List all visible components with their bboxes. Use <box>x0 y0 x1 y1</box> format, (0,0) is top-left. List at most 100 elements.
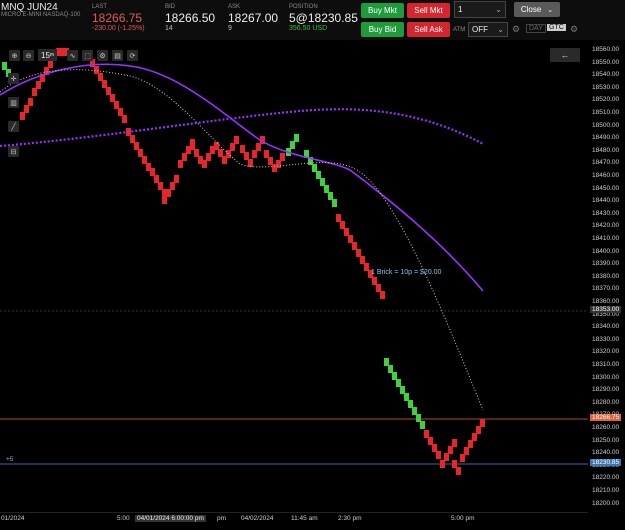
renko-brick-down <box>154 175 159 183</box>
renko-brick-down <box>118 108 123 116</box>
back-arrow-icon[interactable]: ← <box>550 48 580 62</box>
sell-ask-button[interactable]: Sell Ask <box>407 22 450 37</box>
atm-label: ATM <box>453 27 466 33</box>
gear-icon[interactable]: ⚙ <box>570 24 578 35</box>
renko-brick-up <box>400 386 405 394</box>
instrument-description: MICRO E-MINI NASDAQ-100 <box>1 12 81 18</box>
renko-brick-down <box>372 277 377 285</box>
renko-brick-down <box>240 145 245 153</box>
bid-label: BID <box>165 4 176 10</box>
renko-brick-down <box>182 153 187 161</box>
renko-brick-down <box>460 454 465 462</box>
last-change: -230.00 (-1.25%) <box>92 25 145 32</box>
renko-brick-down <box>114 101 119 109</box>
renko-brick-down <box>106 87 111 95</box>
position-label: POSITION <box>289 4 318 10</box>
renko-brick-down <box>340 221 345 229</box>
renko-brick-down <box>206 153 211 161</box>
close-button[interactable]: Close ⌄ <box>514 2 560 17</box>
indicator-icon[interactable]: ∿ <box>67 50 78 61</box>
interval-value: 15 <box>41 50 50 60</box>
renko-brick-down <box>226 150 231 158</box>
time-label: 01/2024 <box>1 515 25 522</box>
renko-brick-down <box>256 143 261 151</box>
renko-brick-up <box>392 372 397 380</box>
price-tick-label: 18250.00 <box>592 436 620 444</box>
last-label: LAST <box>92 4 108 10</box>
renko-brick-down <box>130 135 135 143</box>
renko-brick-down <box>48 60 53 68</box>
renko-brick-down <box>452 439 457 447</box>
buy-market-button[interactable]: Buy Mkt <box>361 3 404 18</box>
renko-brick-down <box>476 426 481 434</box>
renko-brick-down <box>464 447 469 455</box>
settings-icon[interactable]: ⚙ <box>97 50 108 61</box>
time-label: 5:00 <box>117 515 130 522</box>
price-tick-label: 18520.00 <box>592 96 620 104</box>
time-label: 11:45 am <box>291 515 318 522</box>
gear-icon[interactable]: ⚙ <box>512 24 520 35</box>
ask-size: 9 <box>228 25 232 32</box>
chevron-down-icon: ⌄ <box>547 6 554 14</box>
price-tick-label: 18260.00 <box>592 424 620 431</box>
renko-bricks <box>2 48 485 475</box>
draw-line-icon[interactable]: ╱ <box>8 121 19 132</box>
price-tick-label: 18240.00 <box>592 449 620 457</box>
price-tick-label: 18400.00 <box>592 247 620 255</box>
order-header: MNQ JUN24 MICRO E-MINI NASDAQ-100 LAST 1… <box>0 0 625 40</box>
zoom-out-icon[interactable]: ⊖ <box>23 50 34 61</box>
price-tick-label: 18470.00 <box>592 159 620 167</box>
time-label: 2:30 pm <box>338 515 362 522</box>
layers-icon[interactable]: ▤ <box>112 50 123 61</box>
chevron-down-icon: ⌄ <box>495 5 502 14</box>
position-marker: +5 <box>6 456 14 463</box>
quantity-select[interactable]: 1 ⌄ <box>454 1 506 18</box>
renko-brick-down <box>166 189 171 197</box>
select-region-icon[interactable]: ⬚ <box>82 50 93 61</box>
renko-brick-up <box>384 358 389 366</box>
crosshair-icon[interactable]: ✛ <box>8 73 19 84</box>
renko-brick-down <box>276 160 281 168</box>
bid-size: 14 <box>165 25 173 32</box>
lock-icon[interactable]: ⊟ <box>8 146 19 157</box>
sync-icon[interactable]: ⟳ <box>127 50 138 61</box>
renko-brick-down <box>348 235 353 243</box>
price-tick-label: 18320.00 <box>592 348 620 356</box>
renko-brick-down <box>230 143 235 151</box>
tif-gtc-button[interactable]: GTC <box>547 24 566 31</box>
renko-brick-down <box>436 451 441 459</box>
renko-brick-down <box>248 159 253 167</box>
moving-average-line <box>0 63 484 292</box>
price-tick-label: 18290.00 <box>592 386 620 394</box>
renko-brick-down <box>280 153 285 161</box>
price-tick-label: 18560.00 <box>592 46 620 53</box>
renko-brick-down <box>456 467 461 475</box>
renko-brick-down <box>28 98 33 106</box>
atm-value: OFF <box>472 25 488 34</box>
price-tick-label: 18510.00 <box>592 109 620 116</box>
renko-chart[interactable] <box>0 40 625 529</box>
interval-button[interactable]: 15 m <box>38 49 58 61</box>
interval-unit: m <box>49 52 55 58</box>
zoom-in-icon[interactable]: ⊕ <box>9 50 20 61</box>
renko-brick-down <box>356 249 361 257</box>
price-tick-label: 18450.00 <box>592 184 620 192</box>
slow-average-line <box>0 108 484 148</box>
last-price-tag: 18266.75 <box>590 414 622 421</box>
crosshair-price-tag: 18353.00 <box>590 306 622 313</box>
position-pnl: 356.50 USD <box>289 25 328 32</box>
renko-brick-down <box>244 152 249 160</box>
price-tick-label: 18310.00 <box>592 361 620 368</box>
trash-icon[interactable]: ▥ <box>8 97 19 108</box>
buy-bid-button[interactable]: Buy Bid <box>361 22 404 37</box>
price-tick-label: 18460.00 <box>592 172 620 179</box>
tif-day-button[interactable]: DAY <box>526 24 546 33</box>
renko-brick-down <box>428 437 433 445</box>
atm-select[interactable]: OFF ⌄ <box>468 22 508 37</box>
renko-brick-down <box>138 149 143 157</box>
renko-brick-down <box>190 142 195 150</box>
sell-market-button[interactable]: Sell Mkt <box>407 3 450 18</box>
renko-brick-down <box>24 105 29 113</box>
renko-brick-up <box>420 421 425 429</box>
quantity-value: 1 <box>458 5 463 14</box>
